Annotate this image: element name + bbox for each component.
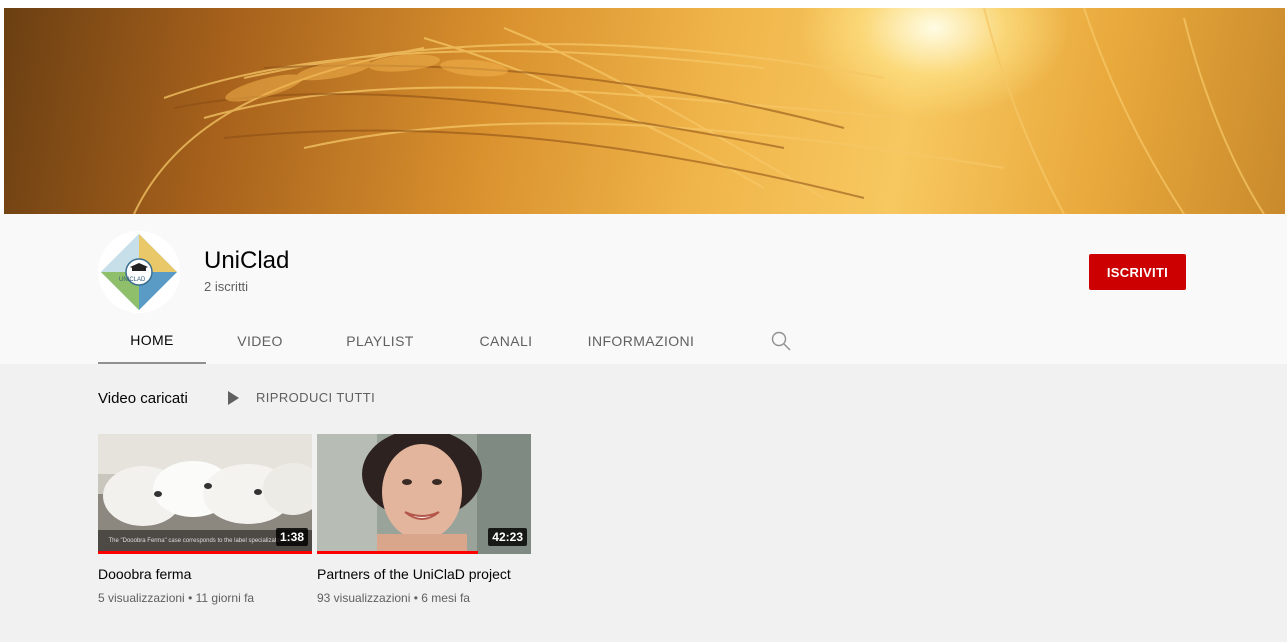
play-all-button[interactable]: RIPRODUCI TUTTI [228, 390, 375, 405]
video-duration: 1:38 [275, 528, 308, 546]
search-icon[interactable] [770, 330, 792, 352]
video-age: 11 giorni fa [195, 591, 255, 605]
video-card[interactable]: The "Dooobra Ferma" case corresponds to … [98, 434, 312, 605]
tab-video[interactable]: VIDEO [206, 318, 314, 364]
uniclad-logo: UNICLAD [98, 231, 180, 313]
video-meta: 5 visualizzazioni • 11 giorni fa [98, 591, 312, 605]
video-meta: 93 visualizzazioni • 6 mesi fa [317, 591, 531, 605]
subscribe-button[interactable]: ISCRIVITI [1089, 254, 1186, 290]
wheat-banner-art [133, 8, 1265, 214]
video-duration: 42:23 [488, 528, 527, 546]
tab-playlist[interactable]: PLAYLIST [314, 318, 446, 364]
video-title[interactable]: Partners of the UniClaD project [317, 564, 531, 585]
video-views: 5 visualizzazioni [98, 591, 185, 605]
channel-banner [4, 8, 1285, 214]
channel-name[interactable]: UniClad [204, 247, 289, 275]
subscriber-count: 2 iscritti [204, 279, 249, 294]
video-views: 93 visualizzazioni [317, 591, 411, 605]
watched-progress-bar [98, 551, 312, 554]
section-title[interactable]: Video caricati [98, 390, 188, 407]
channel-tabs: HOME VIDEO PLAYLIST CANALI INFORMAZIONI [98, 318, 716, 364]
thumbnail-caption: The "Dooobra Ferma" case corresponds to … [108, 538, 301, 544]
avatar-logo-text: UNICLAD [119, 277, 146, 283]
tab-canali[interactable]: CANALI [446, 318, 566, 364]
video-card[interactable]: 42:23 Partners of the UniClaD project 93… [317, 434, 531, 605]
play-icon [228, 390, 239, 405]
watched-progress-bar [317, 551, 478, 554]
meta-separator: • [188, 591, 196, 605]
video-thumbnail[interactable]: 42:23 [317, 434, 531, 554]
video-age: 6 mesi fa [421, 591, 470, 605]
tab-informazioni[interactable]: INFORMAZIONI [566, 318, 716, 364]
channel-avatar[interactable]: UNICLAD [98, 231, 180, 313]
video-thumbnail[interactable]: The "Dooobra Ferma" case corresponds to … [98, 434, 312, 554]
tab-home[interactable]: HOME [98, 318, 206, 364]
play-all-label: RIPRODUCI TUTTI [256, 390, 376, 405]
video-title[interactable]: Dooobra ferma [98, 564, 312, 585]
